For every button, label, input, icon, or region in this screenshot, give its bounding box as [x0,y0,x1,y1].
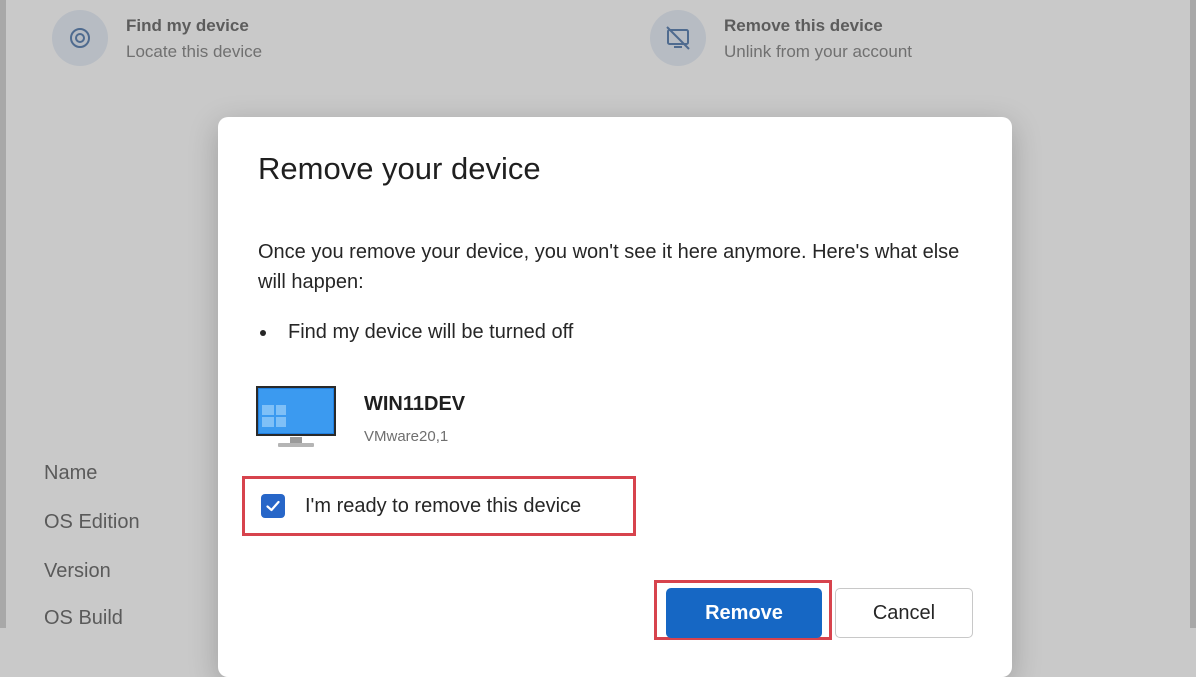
window-frame-right [1190,0,1196,628]
location-target-icon [52,10,108,66]
dialog-body-text: Once you remove your device, you won't s… [258,241,960,293]
ready-checkbox[interactable] [261,494,285,518]
find-my-device-action[interactable]: Find my device Locate this device [52,10,263,66]
desktop-monitor-icon [256,386,336,447]
remove-this-device-title: Remove this device [724,16,883,35]
window-frame-left [0,0,6,628]
remove-button[interactable]: Remove [666,588,822,638]
remove-device-dialog: Remove your device Once you remove your … [218,117,1012,677]
label-name: Name [44,462,98,484]
checkmark-icon [266,500,280,512]
ready-checkbox-label: I'm ready to remove this device [305,494,582,517]
find-my-device-title: Find my device [126,16,249,35]
device-model: VMware20,1 [364,428,449,445]
bullet-text: Find my device will be turned off [288,321,574,343]
bullet-icon [260,329,266,336]
remove-this-device-subtitle: Unlink from your account [724,42,913,61]
ready-checkbox-row[interactable]: I'm ready to remove this device [242,476,636,536]
remove-this-device-action[interactable]: Remove this device Unlink from your acco… [650,10,913,66]
label-os-edition: OS Edition [44,511,140,533]
label-version: Version [44,560,111,582]
find-my-device-subtitle: Locate this device [126,42,263,61]
bullet-item: Find my device will be turned off [258,321,573,344]
device-info: WIN11DEV VMware20,1 [256,385,465,453]
dialog-title: Remove your device [258,151,541,186]
device-unlink-icon [650,10,706,66]
cancel-button[interactable]: Cancel [835,588,973,638]
device-name: WIN11DEV [364,393,466,415]
label-os-build: OS Build [44,607,123,629]
